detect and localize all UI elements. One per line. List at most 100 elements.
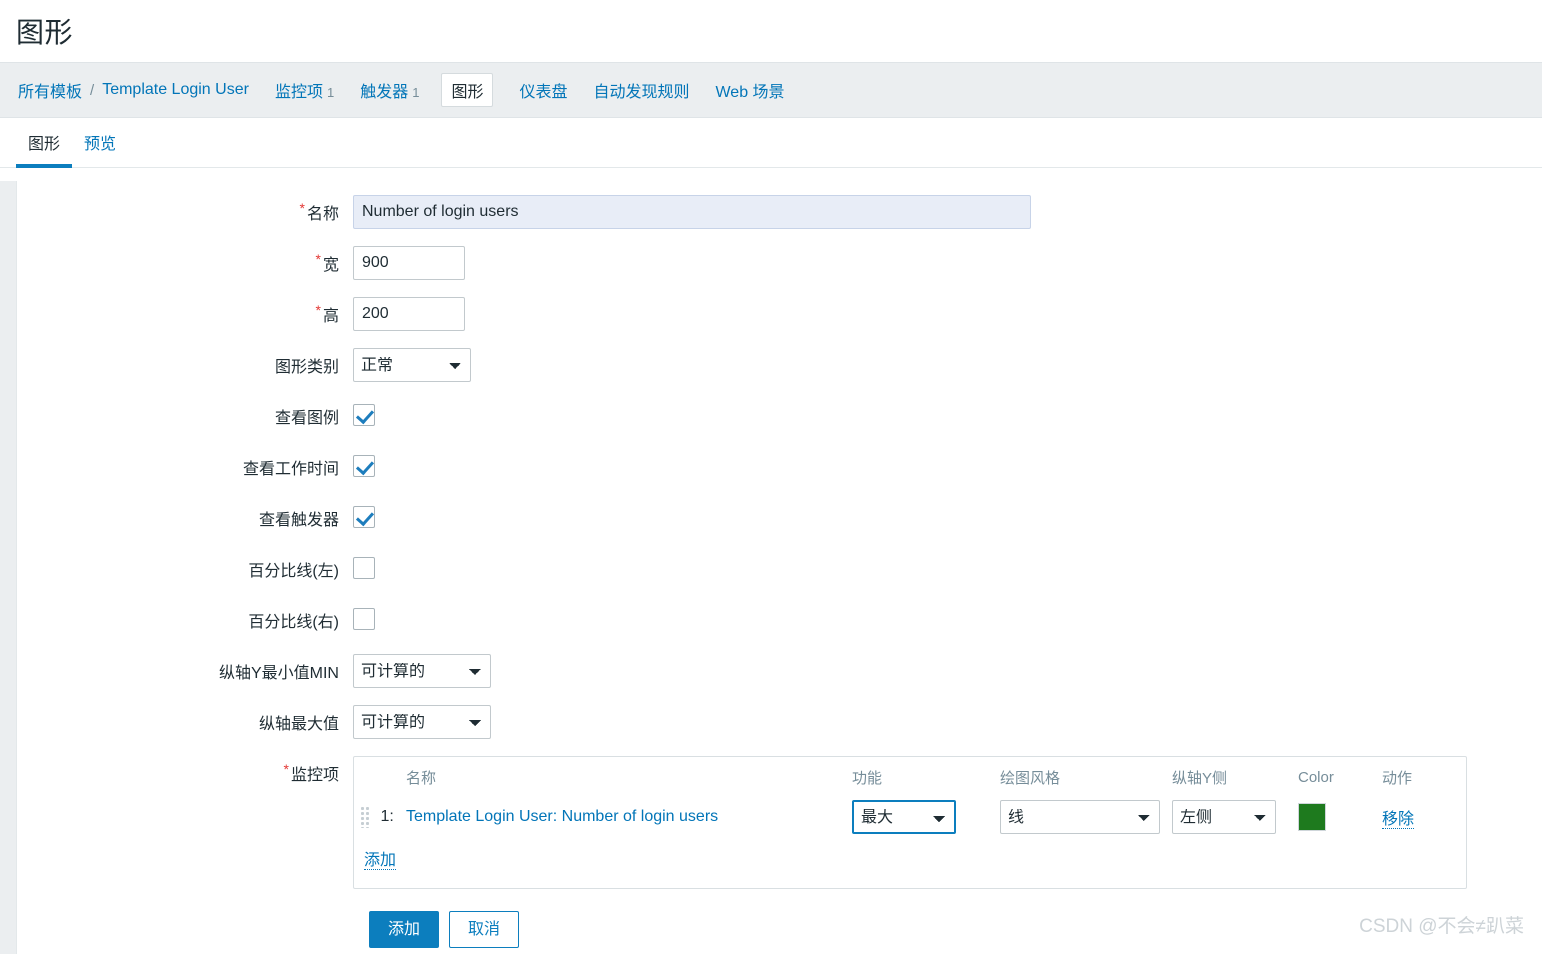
- col-color: Color: [1298, 769, 1334, 786]
- field-row-y-max: 纵轴最大值 可计算的固定的监控项: [17, 701, 1542, 752]
- width-input[interactable]: [353, 246, 465, 280]
- row-function-cell: 全部最小平均最大: [846, 796, 994, 838]
- draw-style-select[interactable]: 线填充的粗线点虚线梯度线: [1000, 800, 1160, 834]
- label-name-text: 名称: [306, 206, 339, 223]
- breadcrumb-separator: /: [90, 81, 95, 99]
- breadcrumb-item-discovery-rules-label: 自动发现规则: [593, 84, 690, 101]
- show-working-time-checkbox[interactable]: [353, 455, 375, 477]
- item-link[interactable]: Template Login User: Number of login use…: [406, 808, 718, 825]
- cancel-button[interactable]: 取消: [449, 911, 520, 948]
- row-name-cell: Template Login User: Number of login use…: [400, 796, 846, 838]
- label-show-legend: 查看图例: [274, 410, 339, 427]
- label-y-max: 纵轴最大值: [258, 716, 339, 733]
- watermark: CSDN @不会≠趴菜: [1359, 916, 1524, 937]
- y-max-select[interactable]: 可计算的固定的监控项: [353, 705, 491, 739]
- breadcrumb-item-dashboards[interactable]: 仪表盘: [519, 78, 567, 102]
- breadcrumb-item-graphs[interactable]: 图形: [441, 73, 494, 107]
- show-triggers-checkbox[interactable]: [353, 506, 375, 528]
- graph-form: *名称 *宽 *高 图形类别: [16, 181, 1542, 954]
- breadcrumb-item-triggers-label: 触发器: [360, 84, 409, 101]
- row-draw-style-cell: 线填充的粗线点虚线梯度线: [994, 796, 1166, 838]
- field-row-percentile-left: 百分比线(左): [17, 548, 1542, 599]
- field-row-show-working-time: 查看工作时间: [17, 446, 1542, 497]
- breadcrumb-template-name[interactable]: Template Login User: [102, 81, 249, 99]
- add-item-link[interactable]: 添加: [364, 852, 397, 870]
- col-name: 名称: [406, 770, 437, 787]
- height-input[interactable]: [353, 297, 465, 331]
- col-y-axis-side: 纵轴Y侧: [1172, 770, 1228, 787]
- page-title-bar: 图形: [0, 0, 1542, 62]
- page-title: 图形: [16, 17, 74, 48]
- required-marker-items: *: [283, 761, 289, 777]
- show-legend-checkbox[interactable]: [353, 404, 375, 426]
- label-height-text: 高: [322, 308, 339, 325]
- required-marker-name: *: [299, 200, 305, 216]
- required-marker-height: *: [315, 302, 321, 318]
- drag-handle-icon[interactable]: [360, 806, 370, 828]
- tab-graph[interactable]: 图形: [16, 130, 73, 168]
- y-min-select[interactable]: 可计算的固定的监控项: [353, 654, 491, 688]
- col-action: 动作: [1382, 770, 1413, 787]
- form-footer: 添加 取消: [17, 889, 1542, 948]
- breadcrumb-item-items[interactable]: 监控项 1: [275, 78, 334, 102]
- breadcrumb-item-triggers-count: 1: [412, 85, 420, 100]
- field-row-graph-type: 图形类别 正常堆叠图饼图分解饼图: [17, 344, 1542, 395]
- row-index: 1:: [380, 808, 394, 825]
- breadcrumb-item-web-scenarios-label: Web 场景: [715, 84, 785, 101]
- name-input[interactable]: [353, 195, 1031, 229]
- label-percentile-right: 百分比线(右): [248, 614, 339, 631]
- graph-config-page: 图形 所有模板 / Template Login User 监控项 1 触发器 1 …: [0, 0, 1542, 954]
- label-width-text: 宽: [322, 257, 339, 274]
- label-graph-type: 图形类别: [274, 359, 339, 376]
- label-items: * 监控项: [17, 752, 353, 785]
- label-items-text: 监控项: [290, 767, 339, 784]
- function-select[interactable]: 全部最小平均最大: [852, 800, 956, 834]
- label-y-min: 纵轴Y最小值MIN: [218, 665, 339, 682]
- field-row-percentile-right: 百分比线(右): [17, 599, 1542, 650]
- remove-link[interactable]: 移除: [1382, 811, 1415, 829]
- percentile-left-checkbox[interactable]: [353, 557, 375, 579]
- submit-button[interactable]: 添加: [369, 911, 440, 948]
- label-show-working-time: 查看工作时间: [242, 461, 339, 478]
- tab-bar: 图形 预览: [0, 118, 1542, 168]
- label-percentile-left: 百分比线(左): [248, 563, 339, 580]
- left-gutter: [0, 181, 16, 954]
- color-swatch[interactable]: [1298, 803, 1326, 831]
- row-color-cell: [1292, 796, 1376, 838]
- tab-preview[interactable]: 预览: [72, 130, 128, 167]
- graph-type-select[interactable]: 正常堆叠图饼图分解饼图: [353, 348, 471, 382]
- label-name: * 名称: [17, 191, 353, 224]
- items-table-container: 名称 功能 绘图风格 纵轴Y侧 Color 动作 1: Template Log…: [353, 756, 1467, 889]
- table-row: 1: Template Login User: Number of login …: [354, 796, 1466, 838]
- row-handle-cell: 1:: [354, 796, 400, 838]
- breadcrumb-item-items-count: 1: [326, 85, 335, 100]
- breadcrumb: 所有模板 / Template Login User 监控项 1 触发器 1 图形 …: [0, 62, 1542, 118]
- items-table: 名称 功能 绘图风格 纵轴Y侧 Color 动作 1: Template Log…: [354, 757, 1466, 838]
- breadcrumb-item-dashboards-label: 仪表盘: [519, 84, 568, 101]
- percentile-right-checkbox[interactable]: [353, 608, 375, 630]
- breadcrumb-item-triggers[interactable]: 触发器 1: [360, 78, 419, 102]
- required-marker-width: *: [315, 251, 321, 267]
- row-action-cell: 移除: [1376, 796, 1466, 838]
- field-row-show-legend: 查看图例: [17, 395, 1542, 446]
- field-row-width: * 宽: [17, 242, 1542, 293]
- field-row-height: * 高: [17, 293, 1542, 344]
- row-y-axis-side-cell: 左侧右侧: [1166, 796, 1292, 838]
- breadcrumb-all-templates[interactable]: 所有模板: [18, 78, 82, 102]
- y-axis-side-select[interactable]: 左侧右侧: [1172, 800, 1276, 834]
- col-draw-style: 绘图风格: [1000, 770, 1061, 787]
- breadcrumb-item-discovery-rules[interactable]: 自动发现规则: [593, 78, 689, 102]
- breadcrumb-item-web-scenarios[interactable]: Web 场景: [715, 78, 784, 102]
- items-table-header-row: 名称 功能 绘图风格 纵轴Y侧 Color 动作: [354, 757, 1466, 796]
- field-row-y-min: 纵轴Y最小值MIN 可计算的固定的监控项: [17, 650, 1542, 701]
- field-row-name: * 名称: [17, 191, 1542, 242]
- field-row-show-triggers: 查看触发器: [17, 497, 1542, 548]
- label-show-triggers: 查看触发器: [258, 512, 339, 529]
- field-row-items: * 监控项 名称 功能 绘图风格 纵轴Y侧 Color 动作 1: Templa…: [17, 752, 1542, 889]
- breadcrumb-item-items-label: 监控项: [274, 84, 323, 101]
- col-handle: [354, 757, 400, 796]
- label-width: * 宽: [17, 242, 353, 275]
- col-function: 功能: [852, 770, 883, 787]
- label-height: * 高: [17, 293, 353, 326]
- breadcrumb-item-graphs-label: 图形: [451, 84, 484, 101]
